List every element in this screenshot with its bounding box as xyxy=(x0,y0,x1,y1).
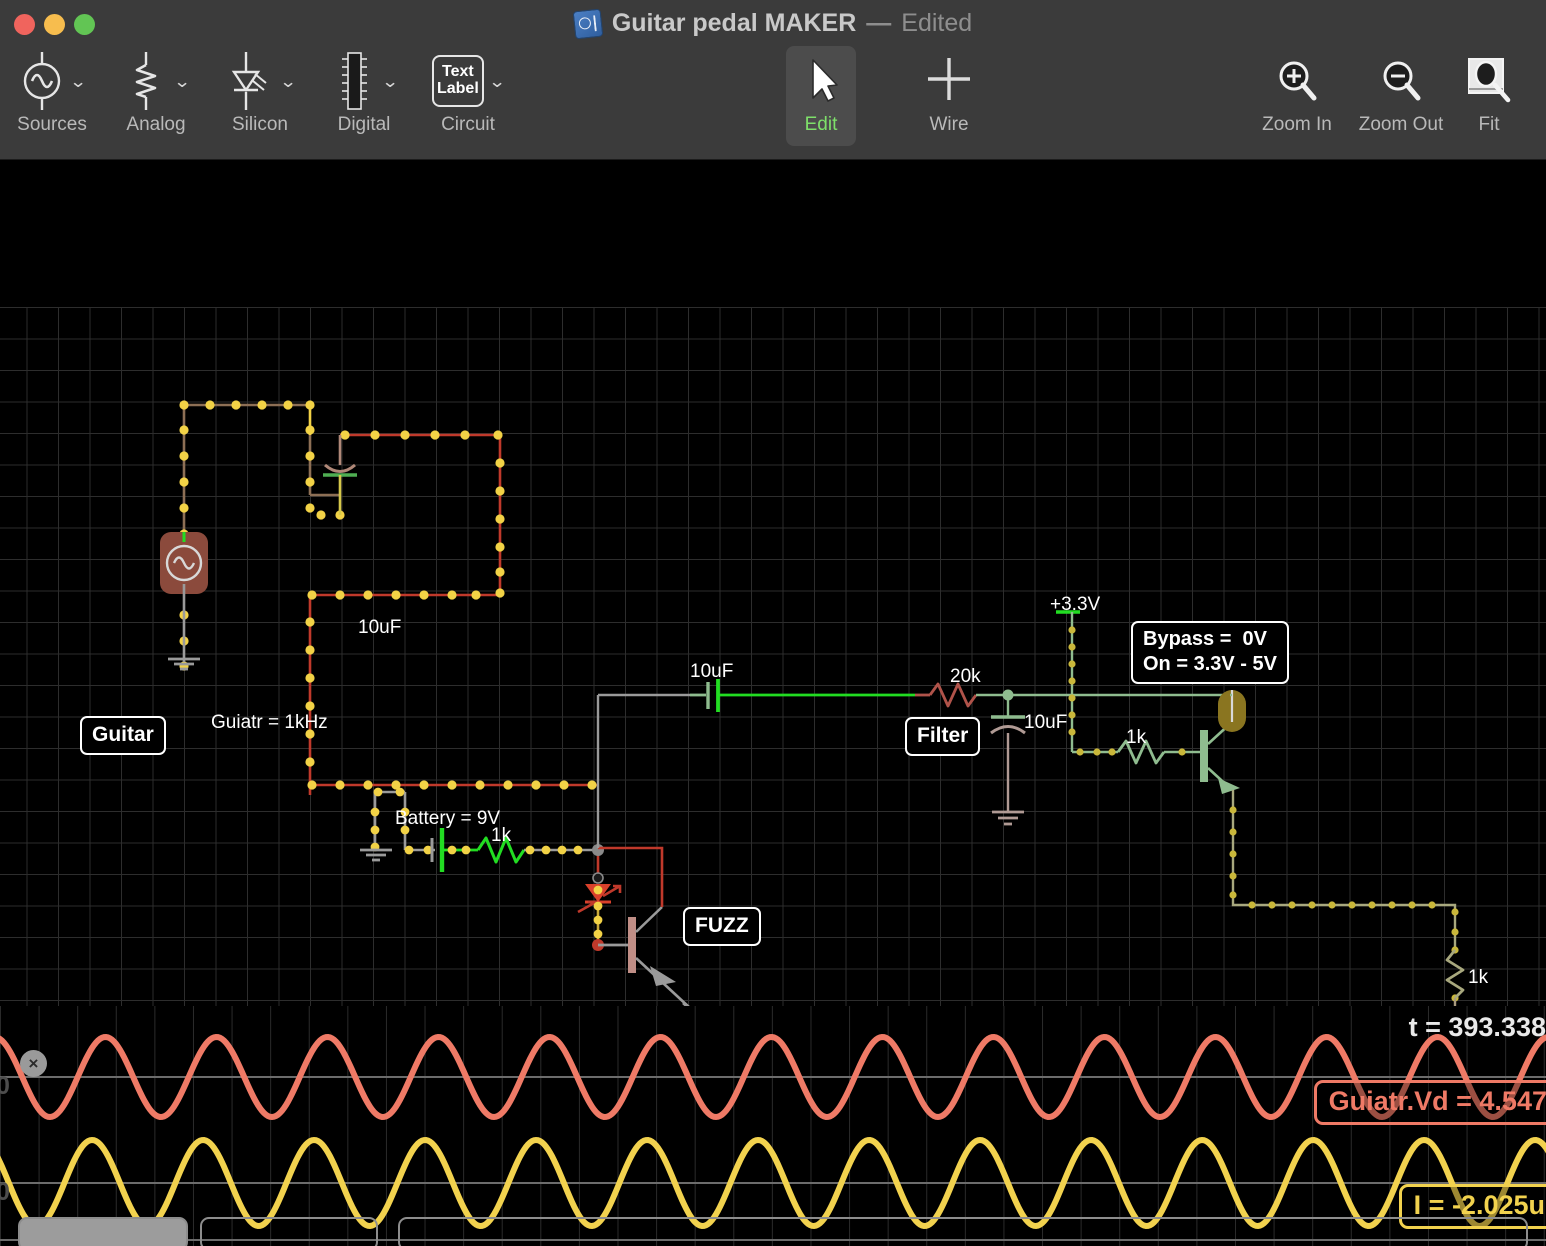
tool-wire[interactable]: Wire xyxy=(901,50,997,136)
time-readout: t = 393.338 xyxy=(1409,1012,1546,1043)
title-separator: — xyxy=(866,9,891,38)
magnifier-minus-icon xyxy=(1377,53,1425,109)
tool-wire-label: Wire xyxy=(929,114,968,136)
guitar-source-component[interactable] xyxy=(160,532,208,662)
wire-node-dots-fuzz-base xyxy=(448,846,583,855)
net-signal-path[interactable] xyxy=(598,695,690,848)
palette-digital[interactable]: ⌄ Digital xyxy=(316,50,412,136)
scope-control-button-2[interactable] xyxy=(200,1217,378,1246)
scope-control-button-3[interactable] xyxy=(398,1217,1528,1246)
tool-zoom-in-label: Zoom In xyxy=(1262,114,1332,136)
label-input-coupling-cap: 10uF xyxy=(358,617,401,639)
label-filter-resistor: 20k xyxy=(950,666,981,688)
magnifier-fit-icon xyxy=(1463,53,1515,109)
tool-zoom-in[interactable]: Zoom In xyxy=(1249,50,1345,136)
tool-zoom-out-label: Zoom Out xyxy=(1359,114,1443,136)
label-signal-coupling-cap: 10uF xyxy=(690,661,733,683)
label-bias-resistor: 1k xyxy=(1126,727,1146,749)
tool-fit-label: Fit xyxy=(1478,114,1499,136)
label-fuzz-base-resistor: 1k xyxy=(491,825,511,847)
label-guitar-source-value: Guiatr = 1kHz xyxy=(211,712,328,734)
label-battery-value: Battery = 9V xyxy=(395,808,500,830)
scope-axis-label-bottom: 0 xyxy=(0,1178,10,1207)
chevron-down-icon[interactable]: ⌄ xyxy=(69,73,87,90)
palette-circuit[interactable]: TextLabel ⌄ Circuit xyxy=(420,50,516,136)
title-bar: Guitar pedal MAKER — Edited ⌄ Sources xyxy=(0,0,1546,160)
palette-digital-label: Digital xyxy=(338,114,391,136)
palette-analog[interactable]: ⌄ Analog xyxy=(108,50,204,136)
annotation-guitar[interactable]: Guitar xyxy=(80,716,166,755)
circuit-document-icon xyxy=(572,8,603,39)
annotation-fuzz[interactable]: FUZZ xyxy=(683,907,761,946)
input-coupling-cap-component[interactable] xyxy=(323,435,357,515)
label-supply-rail: +3.3V xyxy=(1050,594,1100,616)
annotation-filter[interactable]: Filter xyxy=(905,717,980,756)
filter-cap-component[interactable] xyxy=(991,695,1025,812)
chevron-down-icon[interactable]: ⌄ xyxy=(279,73,297,90)
palette-circuit-label: Circuit xyxy=(441,114,495,136)
battery-ground-symbol xyxy=(360,850,392,860)
window-title: Guitar pedal MAKER — Edited xyxy=(0,9,1546,38)
app-window: Guitar pedal MAKER — Edited ⌄ Sources xyxy=(0,0,1546,1246)
palette-silicon[interactable]: ⌄ Silicon xyxy=(212,50,308,136)
ac-source-icon xyxy=(19,50,65,112)
magnifier-plus-icon xyxy=(1273,53,1321,109)
chevron-down-icon[interactable]: ⌄ xyxy=(173,73,191,90)
label-load-resistor: 1k xyxy=(1468,967,1488,989)
chevron-down-icon[interactable]: ⌄ xyxy=(488,73,506,90)
plus-icon xyxy=(926,52,972,110)
palette-sources[interactable]: ⌄ Sources xyxy=(4,50,100,136)
palette-silicon-label: Silicon xyxy=(232,114,288,136)
output-transistor-component[interactable] xyxy=(1200,690,1246,794)
tool-edit[interactable]: Edit xyxy=(773,50,869,136)
fuzz-transistor-component[interactable] xyxy=(598,848,690,1008)
fuzz-led-component[interactable] xyxy=(578,850,620,942)
annotation-bypass[interactable]: Bypass = 0V On = 3.3V - 5V xyxy=(1131,621,1289,684)
wire-node-dots-supply xyxy=(1068,626,1115,755)
label-filter-cap: 10uF xyxy=(1024,712,1067,734)
ic-chip-icon xyxy=(331,50,377,112)
filter-ground-symbol xyxy=(992,812,1024,824)
palette-analog-label: Analog xyxy=(126,114,185,136)
text-label-icon: TextLabel xyxy=(432,55,484,107)
resistor-icon xyxy=(123,50,169,112)
tool-fit[interactable]: Fit xyxy=(1443,50,1535,136)
net-output[interactable] xyxy=(1233,790,1455,950)
net-guitar-input[interactable] xyxy=(184,405,598,795)
scope-control-button-1[interactable] xyxy=(18,1217,188,1246)
close-scope-button[interactable]: × xyxy=(20,1050,47,1077)
led-diode-icon xyxy=(225,50,275,112)
chevron-down-icon[interactable]: ⌄ xyxy=(381,73,399,90)
document-state: Edited xyxy=(901,9,972,38)
tool-edit-label: Edit xyxy=(805,114,838,136)
voltage-readout[interactable]: Guiatr.Vd = 4.547 xyxy=(1314,1080,1546,1125)
document-title: Guitar pedal MAKER xyxy=(612,9,856,38)
cursor-arrow-icon xyxy=(801,52,841,110)
wire-node-dot-bias xyxy=(1178,748,1185,755)
tool-zoom-out[interactable]: Zoom Out xyxy=(1353,50,1449,136)
oscilloscope-panel[interactable] xyxy=(0,1006,1546,1246)
scope-axis-label-top: 0 xyxy=(0,1072,10,1101)
scope-traces xyxy=(0,1006,1546,1246)
signal-coupling-cap-component[interactable] xyxy=(690,679,915,712)
palette-sources-label: Sources xyxy=(17,114,87,136)
